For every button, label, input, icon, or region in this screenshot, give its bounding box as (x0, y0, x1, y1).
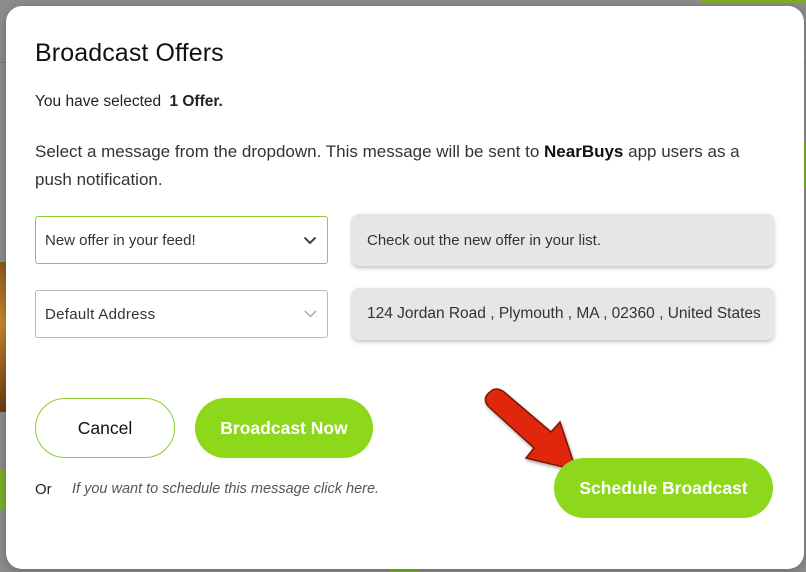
address-preview: 124 Jordan Road , Plymouth , MA , 02360 … (352, 288, 774, 340)
schedule-broadcast-button[interactable]: Schedule Broadcast (554, 458, 773, 518)
schedule-hint: If you want to schedule this message cli… (72, 481, 380, 497)
chevron-down-icon (303, 233, 317, 247)
chevron-down-icon (303, 307, 317, 321)
message-dropdown-value: New offer in your feed! (45, 231, 196, 249)
broadcast-offers-modal: Broadcast Offers You have selected 1 Off… (6, 6, 804, 569)
modal-title: Broadcast Offers (35, 39, 224, 67)
broadcast-now-button[interactable]: Broadcast Now (195, 398, 373, 458)
cancel-button[interactable]: Cancel (35, 398, 175, 458)
app-brand-name: NearBuys (544, 142, 624, 161)
selected-count: 1 Offer. (169, 93, 223, 110)
backdrop-green-edge (700, 0, 806, 3)
selected-prefix: You have selected (35, 93, 162, 110)
or-label: Or (35, 481, 52, 498)
address-dropdown-value: Default Address (45, 305, 156, 323)
message-preview: Check out the new offer in your list. (352, 214, 774, 266)
broadcast-description: Select a message from the dropdown. This… (35, 138, 780, 194)
address-dropdown[interactable]: Default Address (35, 290, 328, 338)
description-text: Select a message from the dropdown. This… (35, 142, 540, 161)
message-dropdown[interactable]: New offer in your feed! (35, 216, 328, 264)
selected-offers-summary: You have selected 1 Offer. (35, 93, 223, 111)
